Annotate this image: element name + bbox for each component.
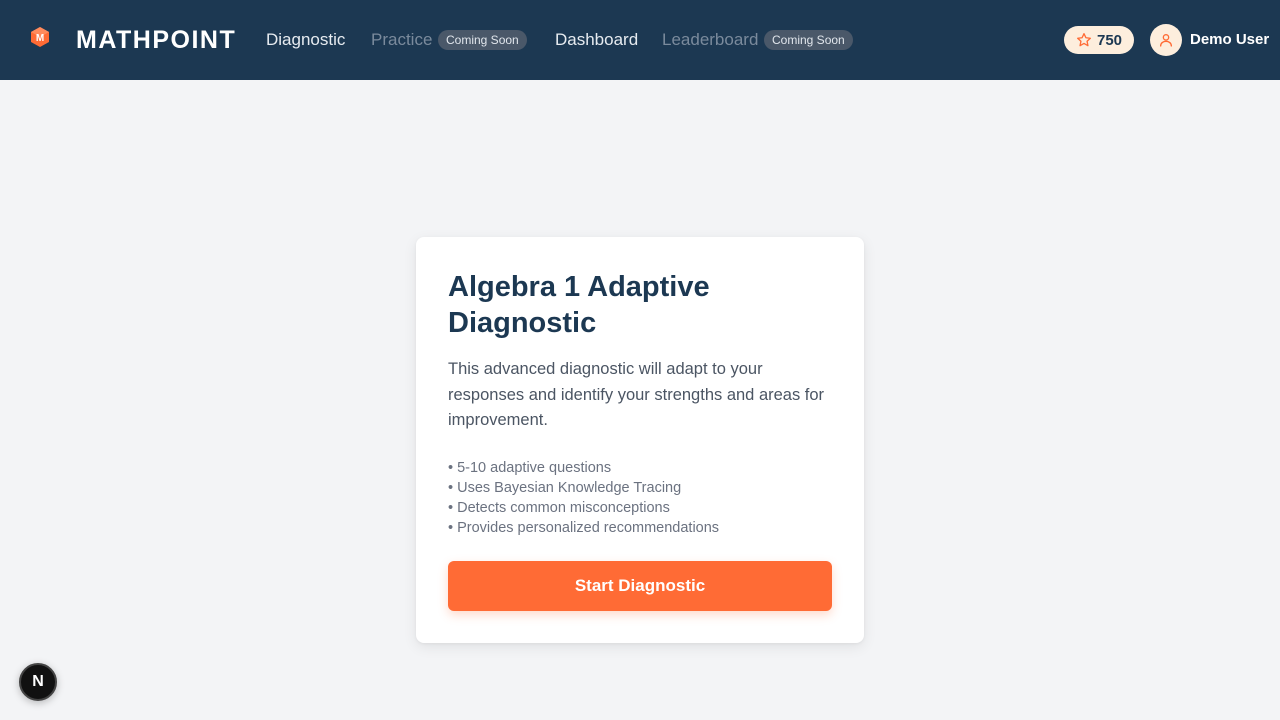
diagnostic-card: Algebra 1 Adaptive Diagnostic This advan… xyxy=(416,237,864,643)
nav-diagnostic[interactable]: Diagnostic xyxy=(266,30,345,50)
brand-name[interactable]: MATHPOINT xyxy=(76,26,236,55)
dev-tools-badge[interactable]: N xyxy=(19,663,57,701)
svg-text:M: M xyxy=(36,33,44,44)
feature-item: • 5-10 adaptive questions xyxy=(448,460,612,476)
feature-item: • Uses Bayesian Knowledge Tracing xyxy=(448,480,682,496)
points-badge[interactable]: 750 xyxy=(1064,26,1134,54)
points-value: 750 xyxy=(1096,31,1123,49)
feature-list: • 5-10 adaptive questions • Uses Bayesia… xyxy=(448,458,719,538)
feature-item: • Provides personalized recommendations xyxy=(448,520,720,536)
star-icon xyxy=(1076,33,1091,47)
card-title: Algebra 1 Adaptive Diagnostic xyxy=(448,271,710,339)
coming-soon-badge-leaderboard: Coming Soon xyxy=(764,30,853,50)
feature-item: • Detects common misconceptions xyxy=(448,500,670,516)
nav-leaderboard: Leaderboard xyxy=(662,30,759,49)
logo-hexagon-icon[interactable]: M xyxy=(29,26,51,48)
user-name[interactable]: Demo User xyxy=(1190,31,1269,48)
card-description: This advanced diagnostic will adapt to y… xyxy=(448,360,825,429)
coming-soon-badge-practice: Coming Soon xyxy=(438,30,527,50)
user-icon xyxy=(1160,34,1172,47)
start-diagnostic-button[interactable]: Start Diagnostic xyxy=(448,561,832,611)
top-navbar: M MATHPOINT Diagnostic Practice Coming S… xyxy=(0,0,1280,80)
nav-practice: Practice xyxy=(371,30,433,49)
user-avatar[interactable] xyxy=(1150,24,1182,56)
nav-dashboard[interactable]: Dashboard xyxy=(555,30,638,50)
